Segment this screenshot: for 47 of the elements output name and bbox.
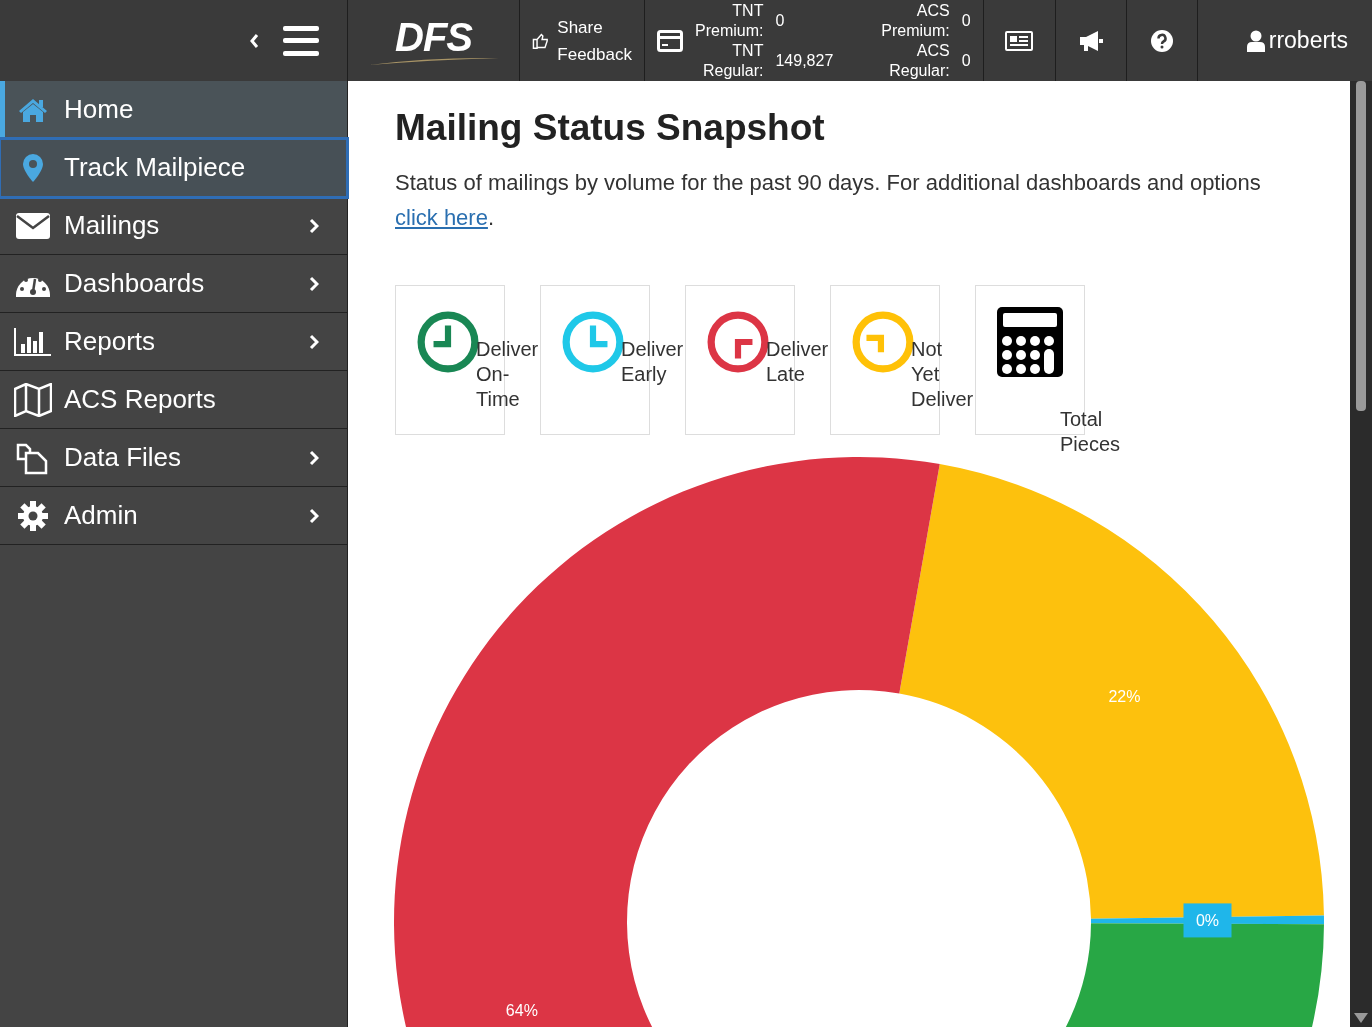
card-icon — [657, 29, 683, 52]
sidebar-item[interactable]: ACS Reports — [0, 371, 347, 429]
collapse-icon[interactable] — [249, 32, 259, 49]
map-icon — [14, 382, 52, 417]
sidebar-item[interactable]: Track Mailpiece — [0, 139, 347, 197]
sidebar-item[interactable]: Mailings — [0, 197, 347, 255]
description: Status of mailings by volume for the past 90 days. For additional dashboards and options click here. — [395, 169, 1262, 233]
counter-value: 0 — [961, 10, 971, 31]
megaphone-icon — [1077, 29, 1104, 52]
home-icon — [18, 96, 48, 123]
counter-label: TNT Regular: — [701, 40, 764, 81]
scrollbar-thumb[interactable] — [1356, 81, 1366, 411]
scroll-down-icon[interactable] — [1354, 1013, 1368, 1023]
sidebar-item[interactable]: Home — [0, 81, 347, 139]
scrollbar[interactable] — [1350, 81, 1372, 1027]
counter-label: ACS Regular: — [888, 40, 950, 81]
card-label: Deliver Late — [766, 337, 828, 388]
envelope-icon — [16, 212, 50, 239]
click-here-link[interactable]: click here — [395, 205, 488, 231]
card-label: Deliver Early — [621, 337, 683, 388]
newspaper-icon — [1005, 30, 1034, 51]
sidebar-item[interactable]: Reports — [0, 313, 347, 371]
calculator-icon — [997, 307, 1063, 378]
share-feedback-button[interactable]: Share Feedback — [520, 0, 644, 81]
user-menu-button[interactable]: rroberts — [1197, 0, 1372, 81]
sidebar-item[interactable]: Dashboards — [0, 255, 347, 313]
page-title: Mailing Status Snapshot — [395, 106, 826, 150]
sidebar-item[interactable]: Admin — [0, 487, 347, 545]
card-label: Deliver On-Time — [476, 337, 538, 413]
sidebar-item[interactable]: Data Files — [0, 429, 347, 487]
logo[interactable]: DFS — [395, 16, 472, 57]
help-icon — [1150, 29, 1173, 52]
counter-label: ACS Premium: — [881, 0, 950, 41]
data-label: 64% — [505, 1002, 538, 1020]
counter-value: 0 — [775, 10, 786, 31]
bar-chart-icon — [14, 327, 52, 356]
card-label: Not Yet Deliver — [911, 337, 973, 413]
user-icon — [1246, 29, 1265, 52]
counter-value: 0 — [961, 50, 971, 71]
map-pin-icon — [23, 153, 43, 182]
counter-value: 149,827 — [775, 50, 834, 71]
counter-label: TNT Premium: — [695, 0, 764, 41]
settings-icon — [18, 500, 48, 531]
card-label: Total Pieces — [1060, 407, 1122, 458]
data-label: 0% — [1183, 903, 1232, 938]
data-label: 22% — [1108, 688, 1141, 706]
menu-icon[interactable] — [283, 25, 319, 56]
